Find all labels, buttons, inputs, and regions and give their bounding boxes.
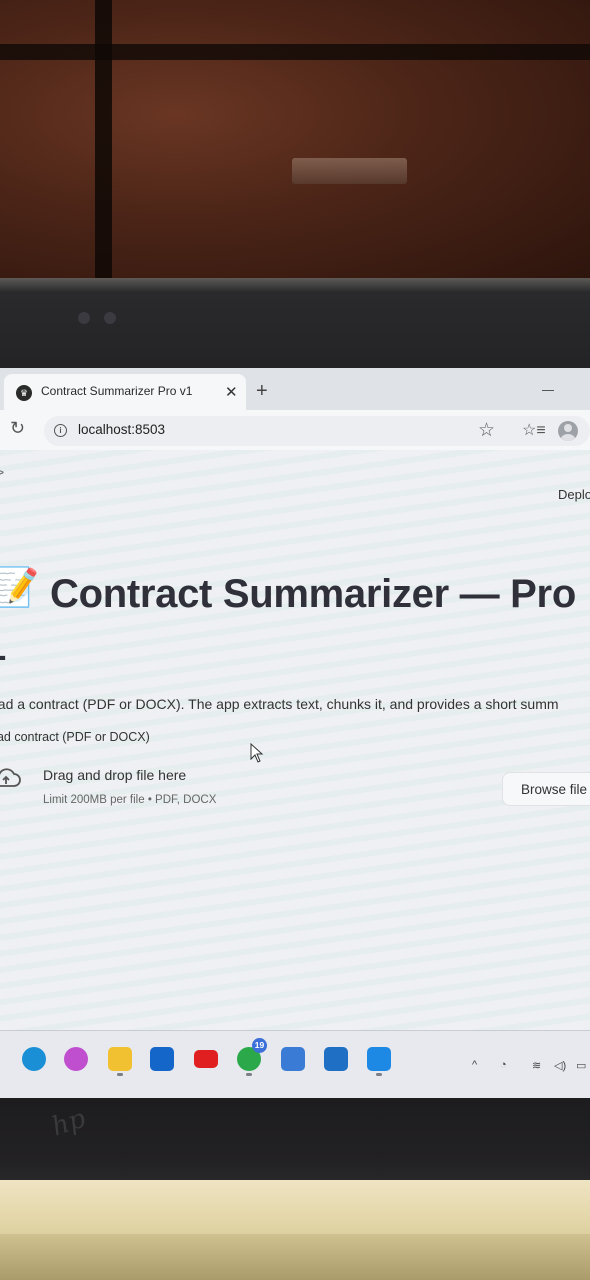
url-text[interactable]: localhost:8503 (78, 422, 165, 437)
whatsapp-running-indicator (246, 1073, 252, 1076)
sidebar-expand-icon[interactable]: > (0, 464, 4, 480)
background-drawer-handle (292, 158, 407, 184)
streamlit-crown-icon: ♛ (16, 385, 32, 401)
wifi-icon[interactable]: ≋ (532, 1059, 541, 1072)
mouse-cursor-icon (250, 743, 264, 763)
laptop-top-bezel (0, 278, 590, 376)
browser-tab-active[interactable]: ♛ Contract Summarizer Pro v1 ✕ (4, 374, 246, 410)
tab-title: Contract Summarizer Pro v1 (41, 384, 193, 398)
window-minimize-button[interactable] (542, 390, 554, 391)
memo-icon: 📝 (0, 567, 40, 609)
favorites-icon[interactable]: ☆≡ (522, 420, 546, 440)
cloud-upload-icon (0, 768, 21, 787)
reload-icon[interactable]: ↻ (10, 418, 25, 439)
webcam-dot (78, 312, 90, 324)
laptop-base-edge (0, 1234, 590, 1280)
file-uploader-label: oad contract (PDF or DOCX) (0, 730, 150, 744)
laptop-screen: ♛ Contract Summarizer Pro v1 ✕ + ↻ i loc… (0, 368, 590, 1098)
browser-toolbar: ↻ i localhost:8503 ☆ ☆≡ (0, 410, 590, 450)
battery-icon[interactable]: ▭ (576, 1059, 586, 1072)
site-info-icon[interactable]: i (54, 424, 67, 437)
photos-icon[interactable] (324, 1047, 348, 1071)
remote-app-icon[interactable] (281, 1047, 305, 1071)
deploy-button[interactable]: Deplo (558, 487, 590, 502)
edge-icon[interactable] (22, 1047, 46, 1071)
copilot-icon[interactable] (64, 1047, 88, 1071)
youtube-icon[interactable] (194, 1050, 218, 1068)
vscode-running-indicator (376, 1073, 382, 1076)
page-title-continued: 1 (0, 625, 6, 670)
webcam-light (104, 312, 116, 324)
file-dropzone[interactable]: Drag and drop file here Limit 200MB per … (0, 750, 590, 810)
outlook-icon[interactable] (150, 1047, 174, 1071)
vscode-icon[interactable] (367, 1047, 391, 1071)
tray-app-icon[interactable]: ◔ (500, 1059, 507, 1071)
background-wall (0, 0, 590, 285)
file-explorer-running-indicator (117, 1073, 123, 1076)
new-tab-button[interactable]: + (256, 381, 268, 401)
browse-files-button[interactable]: Browse file (502, 772, 590, 806)
tab-close-icon[interactable]: ✕ (225, 383, 238, 401)
address-bar[interactable]: i localhost:8503 ☆ ☆≡ (44, 416, 590, 446)
app-description: oad a contract (PDF or DOCX). The app ex… (0, 696, 559, 712)
volume-icon[interactable]: ◁) (554, 1059, 566, 1072)
streamlit-app-page: > Deplo 📝 Contract Summarizer — Pro 1 oa… (0, 450, 590, 1030)
browser-tab-bar: ♛ Contract Summarizer Pro v1 ✕ + (0, 368, 590, 410)
profile-avatar-icon[interactable] (558, 421, 578, 441)
laptop-bottom-bezel (0, 1098, 590, 1190)
windows-taskbar: 19 ^ ◔ ≋ ◁) ▭ (0, 1030, 590, 1098)
dropzone-limit: Limit 200MB per file • PDF, DOCX (43, 794, 217, 806)
whatsapp-notification-badge: 19 (252, 1038, 267, 1053)
page-title: Contract Summarizer — Pro (50, 572, 576, 616)
tray-overflow-chevron-icon[interactable]: ^ (472, 1059, 477, 1071)
dropzone-title: Drag and drop file here (43, 767, 187, 783)
bookmark-star-icon[interactable]: ☆ (478, 419, 495, 442)
file-explorer-icon[interactable] (108, 1047, 132, 1071)
